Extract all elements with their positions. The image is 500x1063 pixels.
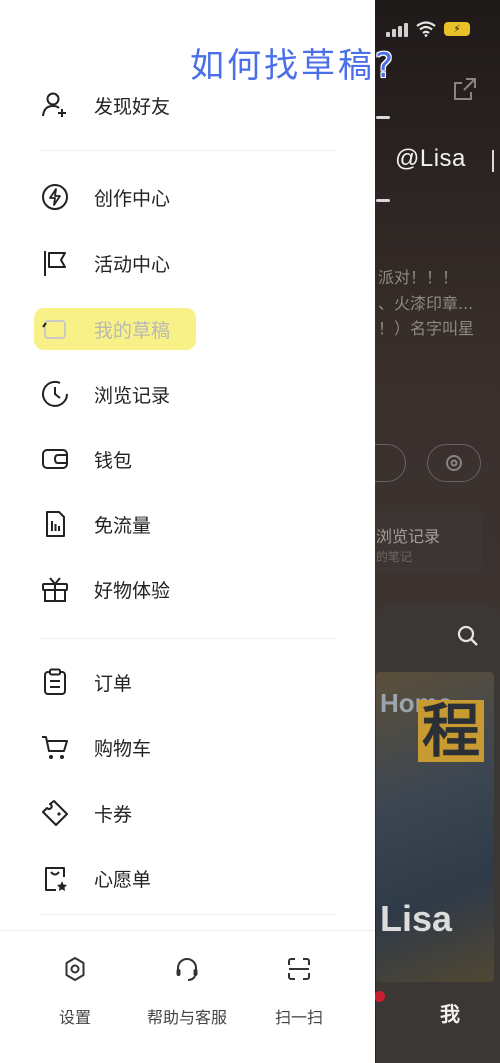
menu-label: 钱包 [94, 449, 133, 472]
menu-label: 订单 [94, 672, 133, 695]
tab-me[interactable]: 我 [440, 998, 460, 1027]
menu-label: 活动中心 [94, 253, 171, 276]
footer-divider [0, 930, 375, 931]
menu-item-my-drafts[interactable]: 我的草稿 [0, 301, 375, 357]
sim-card-icon [40, 509, 70, 539]
history-card-title: 浏览记录 [376, 527, 441, 546]
signal-icon [386, 21, 408, 37]
wifi-icon [416, 21, 436, 37]
lightning-icon [40, 182, 70, 212]
gift-icon [40, 574, 70, 604]
share-icon[interactable] [452, 76, 478, 102]
menu-item-wallet[interactable]: 钱包 [0, 431, 375, 487]
history-card-subtitle: 的笔记 [376, 550, 413, 564]
search-icon[interactable] [456, 624, 480, 648]
flag-icon [40, 248, 70, 278]
menu-item-wishlist[interactable]: 心愿单 [0, 850, 375, 906]
bio-line: 、火漆印章... [378, 294, 474, 313]
menu-item-orders[interactable]: 订单 [0, 654, 375, 710]
menu-item-activity-center[interactable]: 活动中心 [0, 235, 375, 291]
menu-label: 免流量 [94, 514, 152, 537]
menu-item-product-trial[interactable]: 好物体验 [0, 561, 375, 617]
thumbnail-text: Lisa [380, 898, 453, 939]
clipboard-icon [40, 667, 70, 697]
headset-icon [127, 952, 247, 986]
menu-label: 我的草稿 [94, 319, 171, 342]
menu-label: 发现好友 [94, 95, 171, 118]
menu-item-free-data[interactable]: 免流量 [0, 496, 375, 552]
menu-label: 创作中心 [94, 187, 171, 210]
divider [40, 150, 336, 151]
side-drawer: 发现好友 创作中心 活动中心 我的草稿 浏览记录 钱包 免流量 好物体验 订单 … [0, 0, 375, 1063]
divider [40, 638, 336, 639]
settings-button[interactable]: 设置 [15, 952, 135, 1028]
ticket-icon [40, 798, 70, 828]
menu-label: 好物体验 [94, 579, 171, 602]
divider [40, 914, 336, 915]
help-label: 帮助与客服 [146, 1008, 227, 1027]
battery-charging-icon: ⚡ [444, 22, 470, 36]
username: @Lisa [395, 145, 466, 172]
help-button[interactable]: 帮助与客服 [127, 952, 247, 1028]
draft-icon [40, 314, 70, 344]
scan-label: 扫一扫 [274, 1008, 323, 1027]
menu-item-creator-center[interactable]: 创作中心 [0, 169, 375, 225]
gear-icon [446, 455, 462, 471]
status-bar: ⚡ [386, 18, 470, 40]
menu-label: 浏览记录 [94, 384, 171, 407]
add-friend-icon [40, 90, 70, 120]
menu-item-history[interactable]: 浏览记录 [0, 366, 375, 422]
divider [492, 150, 494, 172]
wallet-icon [40, 444, 70, 474]
bio-line: ！）名字叫星 [378, 319, 475, 338]
settings-label: 设置 [58, 1008, 91, 1027]
menu-label: 心愿单 [94, 868, 152, 891]
thumbnail-text: 程 [418, 700, 485, 762]
scan-icon [239, 952, 359, 986]
menu-dash [376, 199, 390, 202]
scan-button[interactable]: 扫一扫 [239, 952, 359, 1028]
menu-item-coupons[interactable]: 卡券 [0, 785, 375, 841]
annotation-caption: 如何找草稿? [190, 46, 397, 86]
bio-line: 派对！！！ [378, 268, 459, 287]
menu-item-cart[interactable]: 购物车 [0, 719, 375, 775]
clock-icon [40, 379, 70, 409]
gear-icon [15, 952, 135, 986]
settings-pill-button[interactable] [427, 444, 481, 482]
menu-label: 购物车 [94, 737, 152, 760]
notification-dot [374, 991, 385, 1002]
menu-label: 卡券 [94, 803, 133, 826]
wishlist-bag-icon [40, 863, 70, 893]
shopping-cart-icon [40, 732, 70, 762]
menu-dash [376, 116, 390, 119]
